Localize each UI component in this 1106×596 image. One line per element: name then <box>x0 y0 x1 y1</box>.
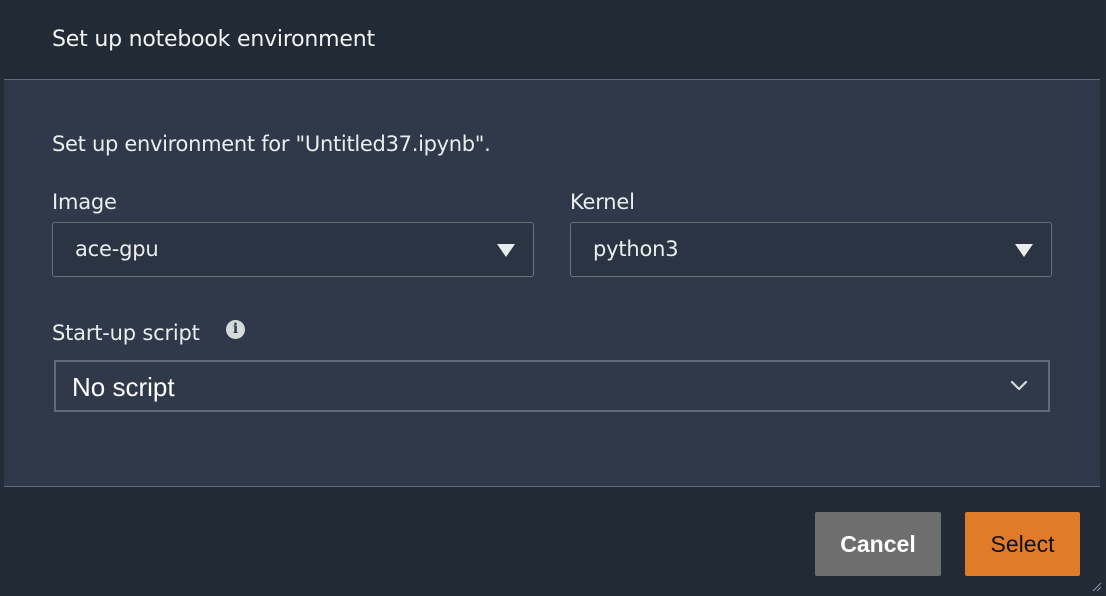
dialog-title: Set up notebook environment <box>52 27 375 52</box>
image-label: Image <box>52 190 117 214</box>
caret-down-icon <box>497 244 515 257</box>
kernel-select[interactable]: python3 <box>570 222 1052 277</box>
startup-script-label: Start-up script <box>52 321 200 345</box>
dialog-body: Set up environment for "Untitled37.ipynb… <box>4 80 1100 487</box>
caret-down-icon <box>1015 244 1033 257</box>
image-select-value: ace-gpu <box>75 237 159 261</box>
resize-grip-icon[interactable] <box>1090 580 1102 592</box>
kernel-select-value: python3 <box>593 237 679 261</box>
notebook-environment-dialog: Set up notebook environment Set up envir… <box>0 0 1106 596</box>
image-select[interactable]: ace-gpu <box>52 222 534 277</box>
intro-text: Set up environment for "Untitled37.ipynb… <box>52 132 491 156</box>
chevron-down-icon <box>1010 380 1028 391</box>
dialog-header: Set up notebook environment <box>4 0 1100 80</box>
cancel-button[interactable]: Cancel <box>815 512 941 576</box>
kernel-label: Kernel <box>570 190 635 214</box>
select-button[interactable]: Select <box>965 512 1080 576</box>
startup-script-value: No script <box>72 372 175 402</box>
startup-script-select[interactable]: No script <box>54 360 1050 412</box>
dialog-footer: Cancel Select <box>4 487 1100 596</box>
info-icon[interactable]: i <box>226 320 245 339</box>
